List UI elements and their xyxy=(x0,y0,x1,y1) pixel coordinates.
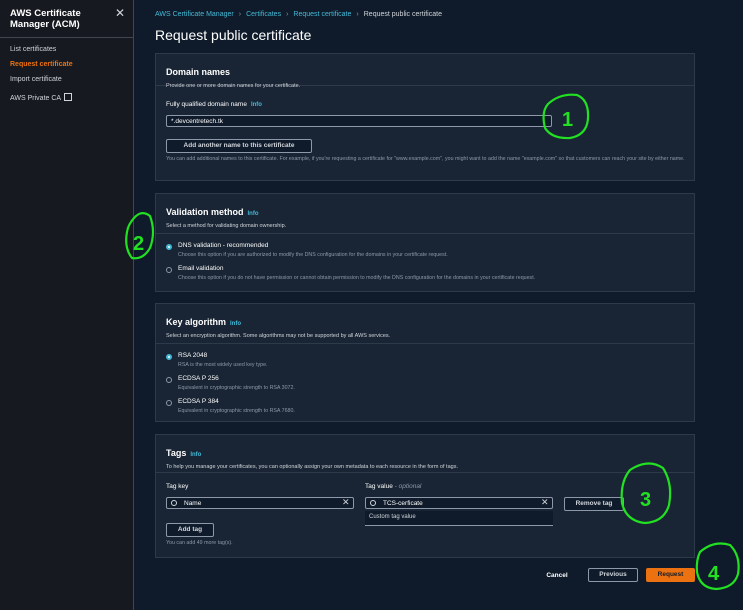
annotation-number-4: 4 xyxy=(708,563,720,585)
annotation-number-2: 2 xyxy=(133,233,144,255)
annotation-layer: 1 2 3 4 xyxy=(125,93,740,591)
annotation-number-1: 1 xyxy=(562,109,573,131)
annotation-number-3: 3 xyxy=(640,489,651,511)
